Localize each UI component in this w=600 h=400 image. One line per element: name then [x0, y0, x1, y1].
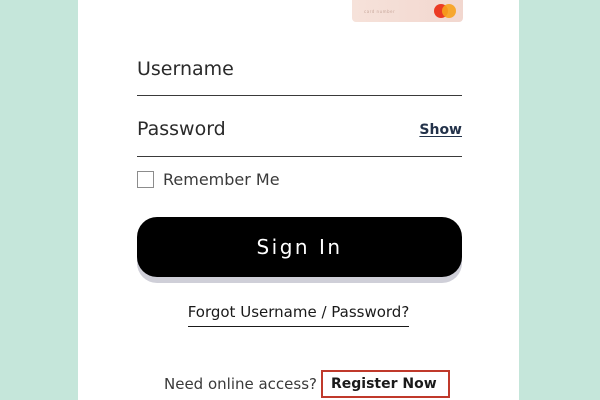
register-now-link[interactable]: Register Now	[321, 370, 450, 398]
username-field[interactable]: Username	[137, 52, 462, 96]
password-placeholder: Password	[137, 118, 226, 140]
forgot-credentials-row: Forgot Username / Password?	[78, 302, 519, 327]
remember-me-label: Remember Me	[163, 169, 280, 189]
show-password-link[interactable]: Show	[419, 122, 462, 138]
remember-me-row[interactable]: Remember Me	[137, 169, 280, 189]
username-placeholder: Username	[137, 58, 234, 80]
credit-card-image: card number	[352, 0, 463, 22]
card-art-text: card number	[364, 9, 396, 14]
remember-me-checkbox[interactable]	[137, 170, 154, 188]
mastercard-logo-icon	[434, 4, 456, 18]
login-card: card number Username Password Show Remem…	[78, 0, 519, 400]
sign-in-button[interactable]: Sign In	[137, 217, 462, 277]
mastercard-yellow-circle	[442, 4, 456, 18]
online-access-prompt: Need online access?	[164, 375, 317, 393]
password-field[interactable]: Password Show	[137, 112, 462, 157]
register-row: Need online access? Register Now	[164, 370, 450, 398]
forgot-credentials-link[interactable]: Forgot Username / Password?	[187, 303, 410, 327]
